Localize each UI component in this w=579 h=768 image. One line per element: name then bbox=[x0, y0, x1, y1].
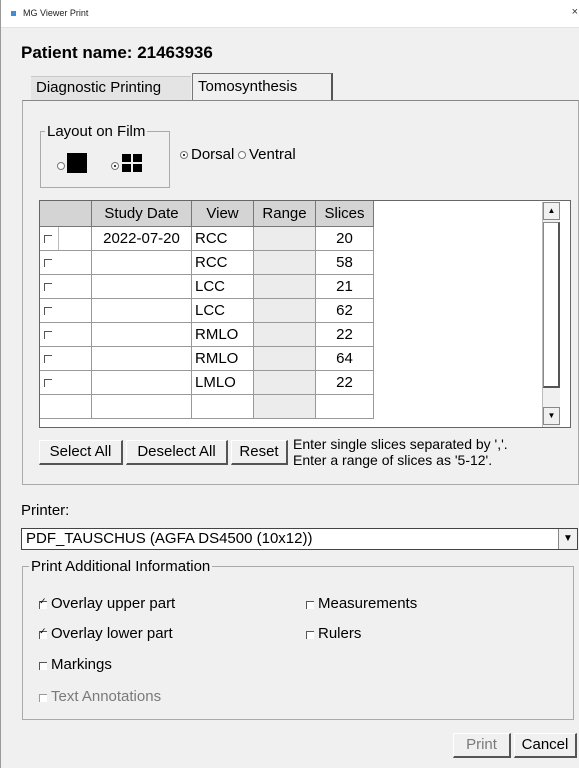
table-row-partial bbox=[40, 395, 92, 419]
view-cell: LMLO bbox=[192, 371, 254, 395]
row-checkbox[interactable] bbox=[44, 379, 52, 387]
slices-cell: 22 bbox=[316, 323, 374, 347]
table-row-partial bbox=[254, 395, 316, 419]
table-row-check-cell bbox=[40, 275, 92, 299]
column-header-range[interactable]: Range bbox=[254, 201, 316, 227]
view-cell: RCC bbox=[192, 227, 254, 251]
text-annotations-checkbox bbox=[39, 694, 47, 702]
text-annotations-label: Text Annotations bbox=[51, 688, 162, 705]
slices-cell: 22 bbox=[316, 371, 374, 395]
row-checkbox[interactable] bbox=[44, 259, 52, 267]
print-button[interactable]: Print bbox=[453, 733, 511, 758]
four-square-grid-icon bbox=[122, 154, 142, 172]
view-cell: LCC bbox=[192, 299, 254, 323]
view-cell: LCC bbox=[192, 275, 254, 299]
dorsal-radio[interactable] bbox=[180, 151, 188, 159]
range-cell[interactable] bbox=[254, 347, 316, 371]
rulers-checkbox[interactable] bbox=[306, 631, 314, 639]
chevron-down-icon[interactable]: ▼ bbox=[558, 529, 577, 549]
study-date-cell bbox=[92, 323, 192, 347]
patient-name: Patient name: 21463936 bbox=[21, 43, 213, 62]
slices-table: Study Date View Range Slices 2022-07-20 … bbox=[39, 200, 571, 428]
table-row-partial bbox=[92, 395, 192, 419]
row-checkbox[interactable] bbox=[44, 331, 52, 339]
dorsal-label: Dorsal bbox=[191, 146, 235, 163]
printer-select[interactable]: PDF_TAUSCHUS (AGFA DS4500 (10x12)) ▼ bbox=[21, 528, 578, 550]
layout-quad-radio[interactable] bbox=[111, 162, 119, 170]
layout-single-radio[interactable] bbox=[57, 162, 65, 170]
scroll-down-icon[interactable]: ▼ bbox=[543, 407, 560, 425]
study-date-cell bbox=[92, 251, 192, 275]
view-cell: RCC bbox=[192, 251, 254, 275]
scroll-thumb[interactable] bbox=[543, 222, 560, 388]
study-date-cell bbox=[92, 275, 192, 299]
layout-on-film-legend: Layout on Film bbox=[45, 123, 148, 140]
ventral-radio[interactable] bbox=[238, 151, 246, 159]
tab-diagnostic-printing[interactable]: Diagnostic Printing bbox=[31, 76, 191, 100]
table-row-check-cell bbox=[40, 323, 92, 347]
view-cell: RMLO bbox=[192, 323, 254, 347]
row-checkbox[interactable] bbox=[44, 355, 52, 363]
ventral-label: Ventral bbox=[249, 146, 296, 163]
slices-cell: 21 bbox=[316, 275, 374, 299]
slices-cell: 20 bbox=[316, 227, 374, 251]
table-row-check-cell bbox=[40, 251, 92, 275]
column-header-view[interactable]: View bbox=[192, 201, 254, 227]
overlay-lower-label: Overlay lower part bbox=[51, 625, 173, 642]
table-row-check-cell bbox=[40, 371, 92, 395]
measurements-label: Measurements bbox=[318, 595, 418, 612]
cancel-button[interactable]: Cancel bbox=[514, 733, 577, 758]
range-cell[interactable] bbox=[254, 299, 316, 323]
hint-single-slices: Enter single slices separated by ','. bbox=[293, 436, 508, 452]
print-dialog: MG Viewer Print × Patient name: 21463936… bbox=[0, 0, 579, 768]
hint-slice-range: Enter a range of slices as '5-12'. bbox=[293, 452, 493, 468]
row-checkbox[interactable] bbox=[44, 307, 52, 315]
row-checkbox[interactable] bbox=[44, 283, 52, 291]
range-cell[interactable] bbox=[254, 227, 316, 251]
table-row-partial bbox=[192, 395, 254, 419]
overlay-upper-label: Overlay upper part bbox=[51, 595, 176, 612]
table-row-partial bbox=[316, 395, 374, 419]
app-icon bbox=[11, 11, 16, 16]
view-cell: RMLO bbox=[192, 347, 254, 371]
rulers-label: Rulers bbox=[318, 625, 362, 642]
markings-label: Markings bbox=[51, 656, 112, 673]
table-row-check-cell bbox=[40, 299, 92, 323]
single-square-icon bbox=[67, 153, 87, 173]
study-date-cell: 2022-07-20 bbox=[92, 227, 192, 251]
slices-cell: 64 bbox=[316, 347, 374, 371]
table-vertical-scrollbar[interactable]: ▲ ▼ bbox=[542, 202, 560, 427]
table-row-check-cell bbox=[40, 227, 92, 251]
range-cell[interactable] bbox=[254, 275, 316, 299]
slices-cell: 58 bbox=[316, 251, 374, 275]
column-header-study-date[interactable]: Study Date bbox=[92, 201, 192, 227]
study-date-cell bbox=[92, 299, 192, 323]
row-checkbox[interactable] bbox=[44, 235, 52, 243]
column-header-slices[interactable]: Slices bbox=[316, 201, 374, 227]
printer-label: Printer: bbox=[21, 502, 70, 519]
study-date-cell bbox=[92, 347, 192, 371]
scroll-up-icon[interactable]: ▲ bbox=[543, 202, 560, 220]
tab-tomosynthesis[interactable]: Tomosynthesis bbox=[192, 73, 333, 101]
range-cell[interactable] bbox=[254, 371, 316, 395]
additional-info-legend: Print Additional Information bbox=[29, 558, 213, 575]
column-header-select[interactable] bbox=[40, 201, 92, 227]
reset-button[interactable]: Reset bbox=[231, 440, 288, 465]
table-row-check-cell bbox=[40, 347, 92, 371]
measurements-checkbox[interactable] bbox=[306, 601, 314, 609]
markings-checkbox[interactable] bbox=[39, 662, 47, 670]
select-all-button[interactable]: Select All bbox=[39, 440, 123, 465]
deselect-all-button[interactable]: Deselect All bbox=[126, 440, 228, 465]
range-cell[interactable] bbox=[254, 323, 316, 347]
overlay-lower-checkbox[interactable] bbox=[39, 627, 47, 639]
window-title: MG Viewer Print bbox=[23, 8, 89, 18]
overlay-upper-checkbox[interactable] bbox=[39, 597, 47, 609]
title-bar: MG Viewer Print × bbox=[1, 0, 579, 28]
close-icon[interactable]: × bbox=[572, 6, 578, 18]
slices-cell: 62 bbox=[316, 299, 374, 323]
printer-selected-value: PDF_TAUSCHUS (AGFA DS4500 (10x12)) bbox=[26, 530, 313, 547]
study-date-cell bbox=[92, 371, 192, 395]
range-cell[interactable] bbox=[254, 251, 316, 275]
